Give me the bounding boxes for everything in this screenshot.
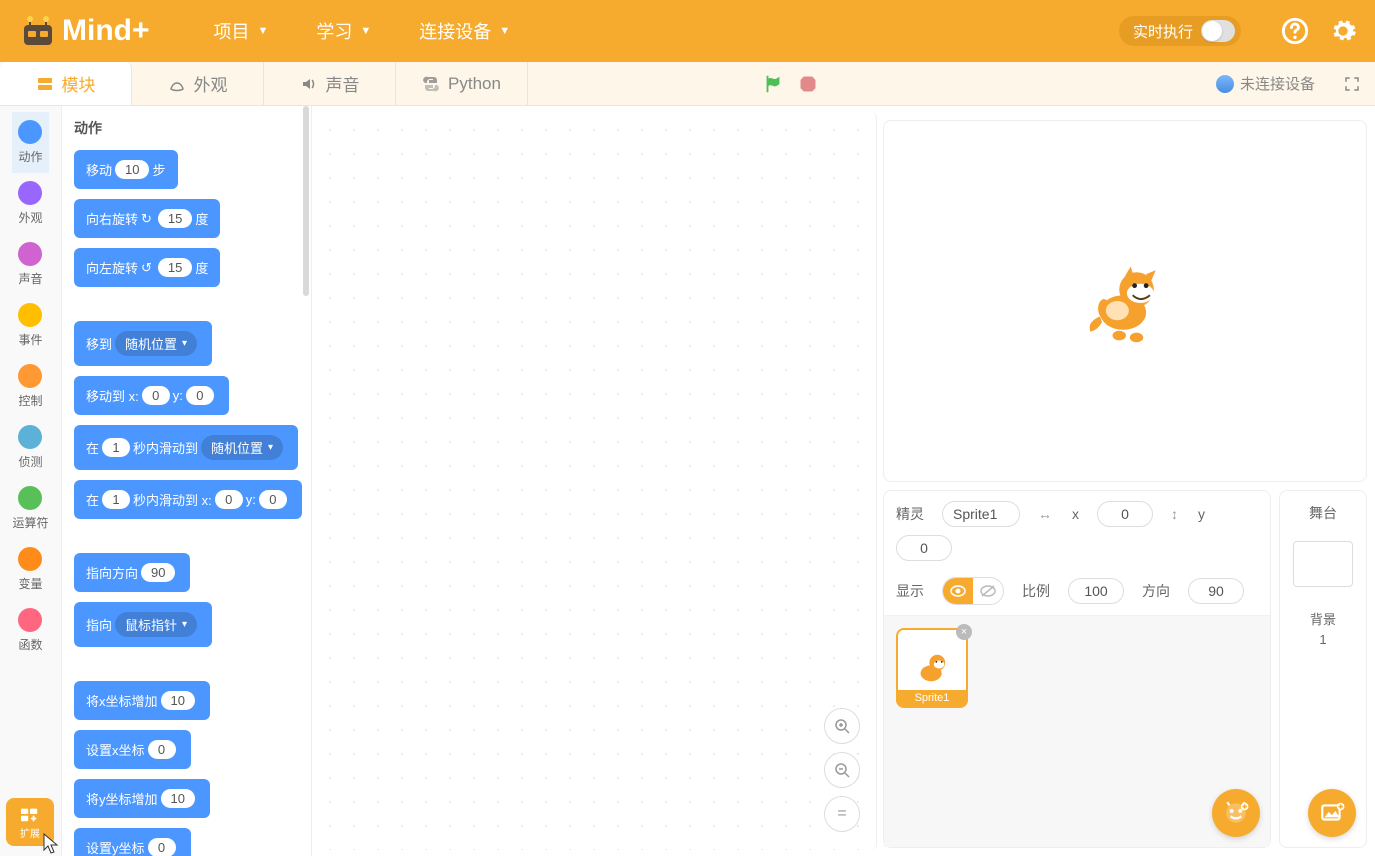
menu-0[interactable]: 项目▼ <box>214 18 269 44</box>
editor-tabs: 模块外观声音Python 未连接设备 <box>0 62 1375 106</box>
block-categories: 动作外观声音事件控制侦测运算符变量函数 扩展 <box>0 106 62 856</box>
sprite-panel: 精灵 Sprite1 ↔ x 0 ↕ y 0 显示 比例 100 <box>883 490 1271 848</box>
motion-block-7[interactable]: 指向方向90 <box>74 553 190 592</box>
scale-label: 比例 <box>1022 581 1050 601</box>
motion-block-0[interactable]: 移动10步 <box>74 150 178 189</box>
category-operators[interactable]: 运算符 <box>12 478 48 539</box>
category-motion[interactable]: 动作 <box>12 112 48 173</box>
add-sprite-button[interactable] <box>1212 789 1260 837</box>
x-axis-icon: ↔ <box>1038 506 1052 522</box>
brand-logo: Mind+ <box>18 11 150 51</box>
stage-panel: 舞台 背景 1 <box>1279 490 1367 848</box>
add-backdrop-button[interactable] <box>1308 789 1356 837</box>
tab-looks[interactable]: 外观 <box>132 62 264 105</box>
category-sensing[interactable]: 侦测 <box>12 417 48 478</box>
sprite-on-stage[interactable] <box>1077 253 1173 349</box>
zoom-in-button[interactable] <box>824 708 860 744</box>
sprite-name-label: 精灵 <box>896 504 924 524</box>
brand-text: Mind+ <box>62 14 150 48</box>
visibility-label: 显示 <box>896 581 924 601</box>
category-events[interactable]: 事件 <box>12 295 48 356</box>
motion-block-6[interactable]: 在1秒内滑动到 x:0y:0 <box>74 480 302 519</box>
sprite-direction-input[interactable]: 90 <box>1188 578 1244 604</box>
stage-preview[interactable] <box>883 120 1367 482</box>
backdrop-thumbnail[interactable] <box>1293 541 1353 587</box>
hide-sprite-button[interactable] <box>973 578 1003 604</box>
motion-block-12[interactable]: 设置y坐标0 <box>74 828 191 856</box>
toggle-switch[interactable] <box>1201 20 1235 42</box>
settings-icon[interactable] <box>1329 17 1357 45</box>
sprite-properties: 精灵 Sprite1 ↔ x 0 ↕ y 0 显示 比例 100 <box>884 491 1270 616</box>
zoom-out-button[interactable] <box>824 752 860 788</box>
category-control[interactable]: 控制 <box>12 356 48 417</box>
direction-label: 方向 <box>1142 581 1170 601</box>
connection-status[interactable]: 未连接设备 <box>1216 73 1315 94</box>
sprite-x-input[interactable]: 0 <box>1097 501 1153 527</box>
menu-1[interactable]: 学习▼ <box>316 18 371 44</box>
tab-blocks[interactable]: 模块 <box>0 62 132 105</box>
motion-block-3[interactable]: 移到随机位置 <box>74 321 212 366</box>
sprite-thumbnail[interactable]: × Sprite1 <box>896 628 968 708</box>
backdrop-count: 1 <box>1319 632 1326 647</box>
connection-dot-icon <box>1216 75 1234 93</box>
realtime-toggle[interactable]: 实时执行 <box>1119 16 1241 46</box>
motion-block-2[interactable]: 向左旋转↺15度 <box>74 248 220 287</box>
motion-block-11[interactable]: 将y坐标增加10 <box>74 779 210 818</box>
menu-2[interactable]: 连接设备▼ <box>419 18 510 44</box>
extensions-button[interactable]: 扩展 <box>6 798 54 846</box>
sprite-y-input[interactable]: 0 <box>896 535 952 561</box>
category-functions[interactable]: 函数 <box>12 600 48 661</box>
realtime-label: 实时执行 <box>1133 21 1193 42</box>
script-workspace[interactable]: = <box>312 112 877 850</box>
backdrop-label: 背景 <box>1310 609 1336 628</box>
logo-icon <box>18 11 58 51</box>
motion-block-4[interactable]: 移动到 x:0y:0 <box>74 376 229 415</box>
sprite-scale-input[interactable]: 100 <box>1068 578 1124 604</box>
app-header: Mind+ 项目▼ 学习▼ 连接设备▼ 实时执行 <box>0 0 1375 62</box>
show-sprite-button[interactable] <box>943 578 973 604</box>
stage-title: 舞台 <box>1309 503 1337 523</box>
motion-block-5[interactable]: 在1秒内滑动到随机位置 <box>74 425 298 470</box>
scrollbar[interactable] <box>303 106 309 296</box>
help-icon[interactable] <box>1281 17 1309 45</box>
category-variables[interactable]: 变量 <box>12 539 48 600</box>
motion-block-10[interactable]: 设置x坐标0 <box>74 730 191 769</box>
fullscreen-icon[interactable] <box>1343 75 1361 93</box>
delete-sprite-icon[interactable]: × <box>956 624 972 640</box>
tab-python[interactable]: Python <box>396 62 528 105</box>
zoom-reset-button[interactable]: = <box>824 796 860 832</box>
main-content: 动作外观声音事件控制侦测运算符变量函数 扩展 动作 移动10步向右旋转↻15度向… <box>0 106 1375 856</box>
sprite-name-input[interactable]: Sprite1 <box>942 501 1020 527</box>
y-axis-icon: ↕ <box>1171 506 1178 522</box>
block-palette[interactable]: 动作 移动10步向右旋转↻15度向左旋转↺15度移到随机位置移动到 x:0y:0… <box>62 106 312 856</box>
motion-block-1[interactable]: 向右旋转↻15度 <box>74 199 220 238</box>
right-panel: 精灵 Sprite1 ↔ x 0 ↕ y 0 显示 比例 100 <box>883 106 1375 856</box>
stop-icon[interactable] <box>798 74 818 94</box>
tab-sound[interactable]: 声音 <box>264 62 396 105</box>
motion-block-9[interactable]: 将x坐标增加10 <box>74 681 210 720</box>
category-sound[interactable]: 声音 <box>12 234 48 295</box>
palette-title: 动作 <box>74 118 311 138</box>
motion-block-8[interactable]: 指向鼠标指针 <box>74 602 212 647</box>
green-flag-icon[interactable] <box>762 73 784 95</box>
category-looks[interactable]: 外观 <box>12 173 48 234</box>
